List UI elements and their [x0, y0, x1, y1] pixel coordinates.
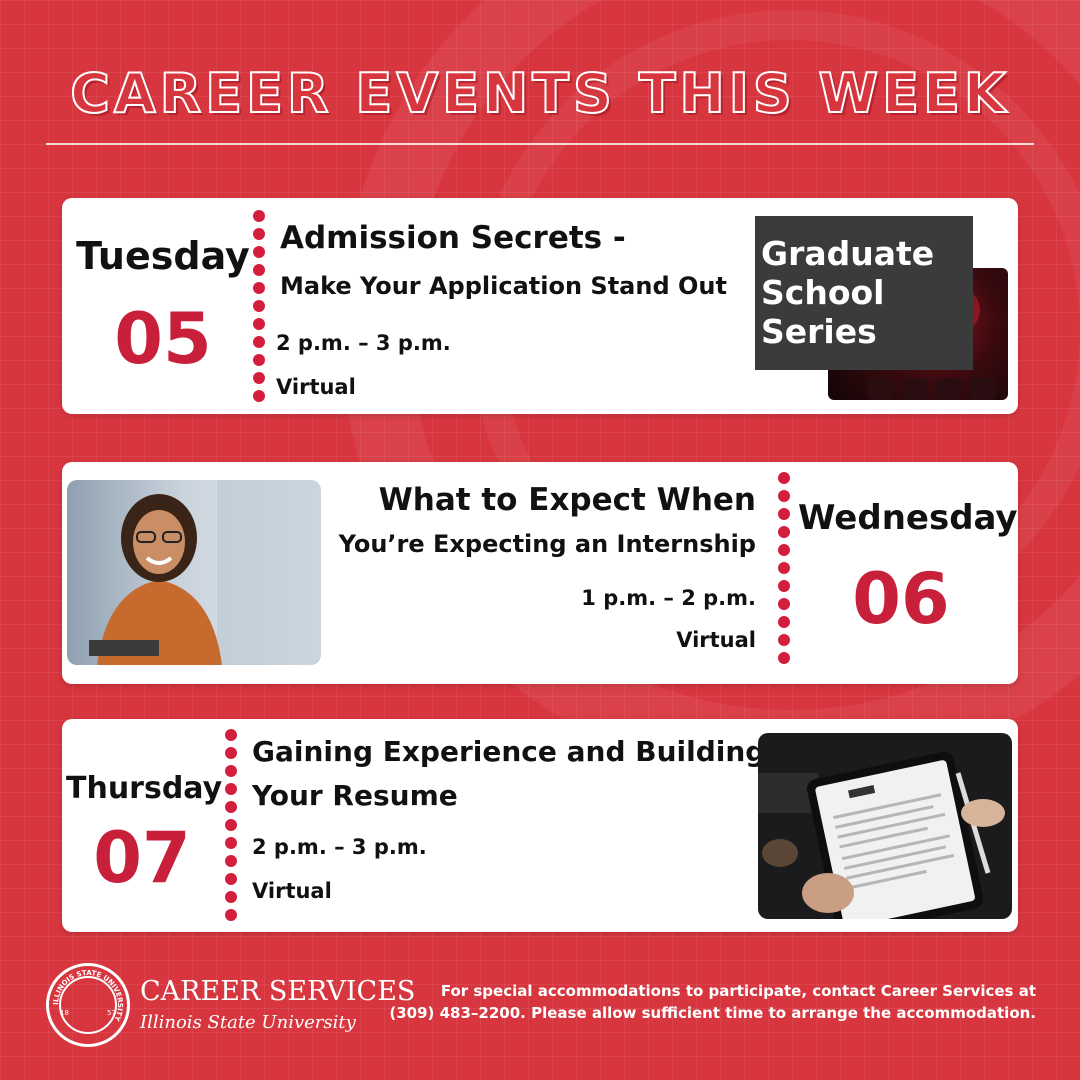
page-title: CAREER EVENTS THIS WEEK: [69, 61, 1010, 126]
event-card-thursday: Thursday 07 Gaining Experience and Build…: [62, 719, 1018, 932]
notice-line-2: (309) 483–2200. Please allow sufficient …: [389, 1004, 1036, 1022]
event-location: Virtual: [252, 879, 332, 903]
event-subtitle: Your Resume: [252, 779, 458, 812]
event-time: 2 p.m. – 3 p.m.: [252, 835, 427, 859]
event-day: Thursday: [66, 771, 223, 806]
event-location: Virtual: [276, 375, 356, 399]
event-day: Tuesday: [76, 234, 250, 278]
event-time: 1 p.m. – 2 p.m.: [581, 586, 756, 610]
seal-logo-icon: ILLINOIS STATE UNIVERSITY 18 57: [46, 963, 130, 1047]
title-divider: [46, 143, 1034, 145]
student-photo: [67, 480, 321, 665]
event-day: Wednesday: [798, 498, 1018, 538]
accommodation-notice: For special accommodations to participat…: [389, 980, 1036, 1024]
seal-year-end: 57: [107, 1009, 116, 1017]
dotted-divider: [225, 729, 237, 927]
event-subtitle: Make Your Application Stand Out: [280, 272, 727, 300]
poster: CAREER EVENTS THIS WEEK Tuesday 05 Admis…: [0, 0, 1080, 1080]
event-date: 06: [852, 558, 950, 640]
event-title: Admission Secrets -: [280, 220, 626, 256]
brand-subtitle: Illinois State University: [140, 1012, 356, 1033]
dotted-divider: [778, 472, 790, 670]
event-date: 07: [93, 817, 191, 899]
event-card-tuesday: Tuesday 05 Admission Secrets - Make Your…: [62, 198, 1018, 414]
event-time: 2 p.m. – 3 p.m.: [276, 331, 451, 355]
resume-tablet-photo: [758, 733, 1012, 919]
event-location: Virtual: [676, 628, 756, 652]
event-title: Gaining Experience and Building: [252, 735, 766, 768]
notice-line-1: For special accommodations to participat…: [440, 982, 1036, 1000]
event-card-wednesday: What to Expect When You’re Expecting an …: [62, 462, 1018, 684]
event-date: 05: [114, 298, 212, 380]
graduate-school-series-badge: Graduate School Series: [755, 216, 973, 370]
dotted-divider: [253, 210, 265, 408]
event-title: What to Expect When: [378, 482, 756, 518]
brand-name: CAREER SERVICES: [140, 976, 416, 1007]
event-subtitle: You’re Expecting an Internship: [338, 530, 756, 558]
seal-year-start: 18: [60, 1009, 69, 1017]
